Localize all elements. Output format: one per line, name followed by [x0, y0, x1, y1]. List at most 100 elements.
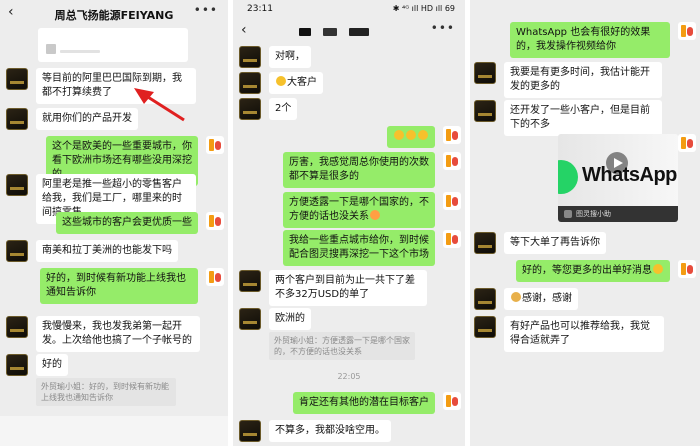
my-avatar[interactable]: [678, 22, 696, 40]
my-avatar[interactable]: [443, 192, 461, 210]
my-avatar[interactable]: [678, 134, 696, 152]
contact-avatar[interactable]: [239, 72, 261, 94]
message-incoming: 我慢慢来，我也发我弟第一起开发。上次给他也搞了一个子帐号的: [6, 316, 200, 352]
redacted-title: [299, 28, 311, 36]
smile-emoji-icon: [653, 264, 663, 274]
contact-avatar[interactable]: [239, 98, 261, 120]
emoji-message: [387, 126, 435, 148]
message-outgoing: 好的，等您更多的出单好消息: [516, 260, 696, 282]
contact-avatar[interactable]: [474, 62, 496, 84]
message-incoming: 欧洲的: [239, 308, 311, 330]
emoji-icon: [370, 210, 380, 220]
message-incoming: 等目前的阿里巴巴国际到期，我都不打算续费了: [6, 68, 196, 104]
message-incoming: 2个: [239, 98, 298, 120]
video-thumbnail-text: WhatsApp: [582, 164, 677, 186]
message-incoming: 我要是有更多时间，我估计能开发的更多的: [474, 62, 662, 98]
message-outgoing: 我给一些重点城市给你，到时候配合图灵搜再深挖一下这个市场: [283, 230, 461, 266]
timestamp: 22:05: [337, 372, 361, 381]
message-outgoing: 方便透露一下是哪个国家的，不方便的话也没关系: [283, 192, 461, 228]
contact-avatar[interactable]: [474, 100, 496, 122]
message-text: 2个: [269, 98, 298, 120]
contact-avatar[interactable]: [6, 316, 28, 338]
message-incoming: 两个客户到目前为止一共下了差不多32万USD的单了: [239, 270, 427, 306]
message-text: 我要是有更多时间，我估计能开发的更多的: [504, 62, 662, 98]
video-message[interactable]: WhatsApp 图灵搜小助: [558, 134, 678, 222]
contact-avatar[interactable]: [239, 46, 261, 68]
message-outgoing: 好的，到时候有新功能上线我也通知告诉你: [40, 268, 224, 304]
back-icon[interactable]: ‹: [241, 22, 247, 38]
message-text: 南美和拉丁美洲的也能发下吗: [36, 240, 178, 262]
contact-avatar[interactable]: [239, 308, 261, 330]
message-text: 好的，等您更多的出单好消息: [522, 265, 652, 276]
message-text: 厉害，我感觉周总你使用的次数都不算是很多的: [283, 152, 435, 188]
my-avatar[interactable]: [678, 260, 696, 278]
contact-avatar[interactable]: [239, 420, 261, 442]
my-avatar[interactable]: [443, 230, 461, 248]
contact-avatar[interactable]: [474, 316, 496, 338]
message-text: 好的: [36, 354, 68, 376]
message-text: 大客户: [287, 77, 317, 88]
message-text: 方便透露一下是哪个国家的，不方便的话也没关系: [289, 197, 429, 222]
message-outgoing: WhatsApp 也会有很好的效果的，我发操作视频给你: [510, 22, 696, 58]
message-incoming: 有好产品也可以推荐给我，我觉得合适就弄了: [474, 316, 664, 352]
message-outgoing: 肯定还有其他的潜在目标客户: [293, 392, 461, 414]
chat-panel-3: WhatsApp 也会有很好的效果的，我发操作视频给你 我要是有更多时间，我估计…: [470, 0, 700, 446]
message-incoming: 就用你们的产品开发: [6, 108, 138, 130]
message-text: 还开发了一些小客户，但是目前下的不多: [504, 100, 662, 136]
thumbs-up-emoji-icon: [418, 130, 428, 140]
chat-panel-1: ‹ 周总飞扬能源FEIYANG ••• 等目前的阿里巴巴国际到期，我都不打算续费…: [0, 0, 228, 446]
contact-avatar[interactable]: [239, 270, 261, 292]
message-text: 等目前的阿里巴巴国际到期，我都不打算续费了: [36, 68, 196, 104]
video-thumbnail: WhatsApp: [558, 134, 678, 206]
chat-empty-area: [470, 360, 700, 446]
contact-avatar[interactable]: [6, 174, 28, 196]
previous-message-bubble: [38, 28, 188, 62]
contact-avatar[interactable]: [6, 354, 28, 376]
message-incoming: 好的: [6, 354, 68, 376]
message-incoming: 对啊，: [239, 46, 311, 68]
contact-avatar[interactable]: [6, 108, 28, 130]
contact-avatar[interactable]: [6, 68, 28, 90]
message-bubble: 好的，等您更多的出单好消息: [516, 260, 670, 282]
message-text: 等下大单了再告诉你: [504, 232, 606, 254]
message-incoming: 大客户: [239, 72, 323, 94]
message-outgoing: 厉害，我感觉周总你使用的次数都不算是很多的: [283, 152, 461, 188]
input-bar: [0, 416, 228, 446]
message-text: 就用你们的产品开发: [36, 108, 138, 130]
redacted-title: [349, 28, 369, 36]
chat-header: ‹ 周总飞扬能源FEIYANG •••: [0, 0, 228, 28]
message-text: WhatsApp 也会有很好的效果的，我发操作视频给你: [510, 22, 670, 58]
chat-header: ‹ •••: [233, 18, 465, 44]
quoted-message[interactable]: 外贸瑜小姐：好的，到时候有新功能上线我也通知告诉你: [36, 378, 176, 406]
message-text: 欧洲的: [269, 308, 311, 330]
my-avatar[interactable]: [206, 212, 224, 230]
contact-avatar[interactable]: [474, 232, 496, 254]
my-avatar[interactable]: [206, 136, 224, 154]
contact-avatar[interactable]: [474, 288, 496, 310]
my-avatar[interactable]: [443, 152, 461, 170]
message-outgoing: WhatsApp 图灵搜小助: [550, 134, 696, 222]
message-incoming: 感谢，感谢: [474, 288, 578, 310]
message-outgoing: [387, 126, 461, 148]
message-incoming: 南美和拉丁美洲的也能发下吗: [6, 240, 178, 262]
message-outgoing: 这些城市的客户会更优质一些: [56, 212, 224, 234]
my-avatar[interactable]: [206, 268, 224, 286]
more-options-icon[interactable]: •••: [431, 21, 455, 35]
more-options-icon[interactable]: •••: [194, 3, 218, 17]
redacted-title: [323, 28, 337, 36]
quoted-message[interactable]: 外贸瑜小姐：方便透露一下是哪个国家的，不方便的话也没关系: [269, 332, 415, 360]
message-text: 好的，到时候有新功能上线我也通知告诉你: [40, 268, 198, 304]
my-avatar[interactable]: [443, 126, 461, 144]
message-text: 肯定还有其他的潜在目标客户: [293, 392, 435, 414]
my-avatar[interactable]: [443, 392, 461, 410]
play-icon[interactable]: [606, 152, 628, 174]
message-text: 我给一些重点城市给你，到时候配合图灵搜再深挖一下这个市场: [283, 230, 435, 266]
message-text: 不算多，我都没啥空用。: [269, 420, 391, 442]
contact-avatar[interactable]: [6, 240, 28, 262]
message-text: 我慢慢来，我也发我弟第一起开发。上次给他也搞了一个子帐号的: [36, 316, 200, 352]
message-bubble: 方便透露一下是哪个国家的，不方便的话也没关系: [283, 192, 435, 228]
thumbs-up-emoji-icon: [394, 130, 404, 140]
smile-emoji-icon: [276, 76, 286, 86]
status-time: 23:11: [247, 4, 273, 14]
message-bubble: 感谢，感谢: [504, 288, 578, 310]
